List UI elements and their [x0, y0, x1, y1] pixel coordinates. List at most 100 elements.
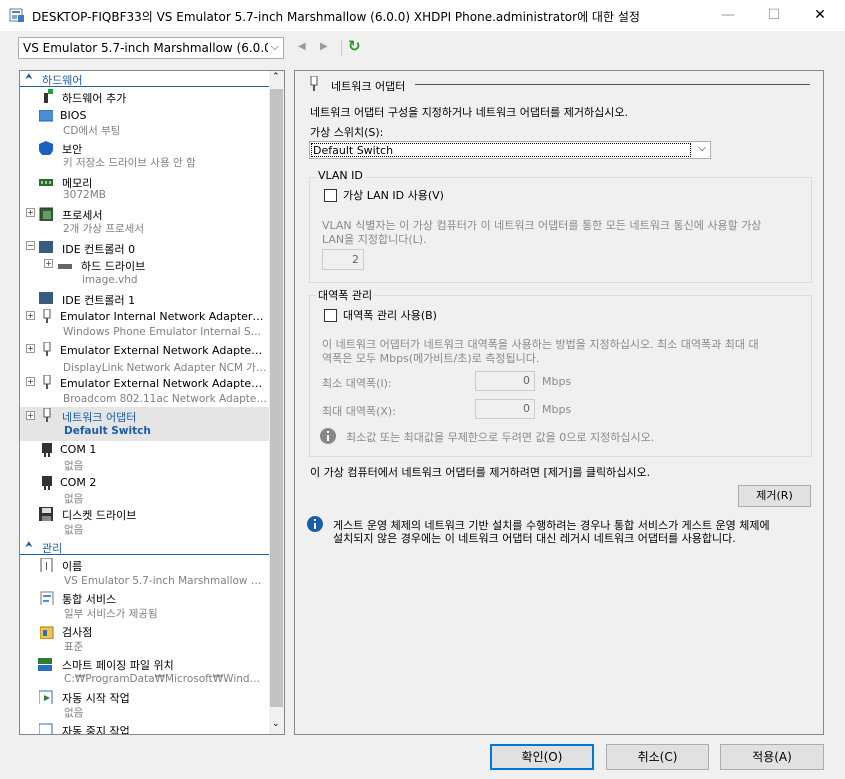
expand-icon[interactable]: +: [26, 377, 35, 386]
collapse-icon[interactable]: −: [26, 241, 35, 250]
vm-select-value: VS Emulator 5.7-inch Marshmallow (6.0.0)…: [23, 41, 268, 55]
bandwidth-checkbox-label: 대역폭 관리 사용(B): [343, 309, 437, 322]
item-label: 검사점: [62, 626, 93, 639]
virtual-switch-value: Default Switch: [313, 144, 394, 157]
memory-icon: [39, 179, 53, 186]
item-sublabel: 3072MB: [63, 189, 106, 201]
item-label: 자동 시작 작업: [62, 692, 130, 705]
item-sublabel: 없음: [64, 460, 84, 472]
sidebar-item-security[interactable]: 보안 키 저장소 드라이브 사용 안 함: [20, 140, 270, 170]
bandwidth-checkbox[interactable]: [324, 309, 337, 322]
auto-stop-icon: [39, 723, 53, 734]
toolbar-divider: [341, 40, 342, 56]
item-label: IDE 컨트롤러 0: [62, 243, 136, 256]
remove-description: 이 가상 컴퓨터에서 네트워크 어댑터를 제거하려면 [제거]를 클릭하십시오.: [310, 466, 651, 479]
sidebar-item-processor[interactable]: + 프로세서 2개 가상 프로세서: [20, 206, 270, 236]
expand-icon[interactable]: +: [26, 411, 35, 420]
vm-select-dropdown[interactable]: VS Emulator 5.7-inch Marshmallow (6.0.0)…: [18, 37, 284, 59]
expand-icon[interactable]: +: [26, 311, 35, 320]
bandwidth-description-2: 역폭은 모두 Mbps(메가비트/초)로 측정됩니다.: [322, 352, 540, 365]
title-bar: DESKTOP-FIQBF33의 VS Emulator 5.7-inch Ma…: [0, 0, 845, 31]
sidebar-item-hard-drive[interactable]: + 하드 드라이브 image.vhd: [20, 257, 270, 289]
sidebar-item-checkpoints[interactable]: 검사점 표준: [20, 623, 270, 655]
vlan-id-input[interactable]: 2: [322, 249, 364, 270]
sidebar-item-ide-controller-0[interactable]: − IDE 컨트롤러 0: [20, 239, 270, 257]
settings-detail-panel: 네트워크 어댑터 네트워크 어댑터 구성을 지정하거나 네트워크 어댑터를 제거…: [294, 70, 824, 735]
minimize-button[interactable]: —: [705, 0, 751, 31]
network-adapter-icon: [43, 408, 51, 422]
apply-button[interactable]: 적용(A): [720, 744, 824, 770]
network-adapter-icon: [43, 342, 51, 356]
min-bandwidth-input[interactable]: 0: [475, 371, 535, 391]
item-label: 이름: [62, 560, 83, 573]
item-sublabel: Broadcom 802.11ac Network Adapter ...: [63, 393, 268, 405]
item-sublabel: 2개 가상 프로세서: [63, 223, 144, 235]
item-label: 하드웨어 추가: [62, 92, 127, 105]
vlan-checkbox-label: 가상 LAN ID 사용(V): [343, 189, 444, 202]
sidebar-scroll-thumb[interactable]: [270, 89, 283, 707]
item-sublabel: DisplayLink Network Adapter NCM 가상...: [63, 362, 268, 374]
expand-icon[interactable]: +: [26, 208, 35, 217]
back-arrow-icon[interactable]: ◀: [298, 41, 306, 52]
sidebar-item-ide-controller-1[interactable]: IDE 컨트롤러 1: [20, 290, 270, 308]
network-adapter-icon: [43, 375, 51, 389]
sidebar-item-network-adapter[interactable]: + 네트워크 어댑터 Default Switch: [20, 407, 270, 441]
sidebar-item-auto-start[interactable]: 자동 시작 작업 없음: [20, 689, 270, 721]
sidebar-item-integration-services[interactable]: 통합 서비스 일부 서비스가 제공됨: [20, 590, 270, 622]
item-sublabel: 없음: [64, 707, 84, 719]
sidebar-item-com2[interactable]: COM 2 없음: [20, 475, 270, 505]
title-rule: [415, 84, 810, 85]
expand-icon[interactable]: +: [44, 259, 53, 268]
sidebar-item-external-network-adapter-2[interactable]: + Emulator External Network Adapter for …: [20, 375, 270, 407]
item-sublabel: VS Emulator 5.7-inch Marshmallow (6.0...: [64, 575, 264, 587]
sidebar-item-diskette-drive[interactable]: 디스켓 드라이브 없음: [20, 506, 270, 536]
item-label: 스마트 페이징 파일 위치: [62, 659, 174, 672]
vlan-checkbox[interactable]: [324, 189, 337, 202]
min-unit-label: Mbps: [542, 375, 572, 388]
item-label: Emulator External Network Adapter for ..…: [60, 344, 265, 357]
item-sublabel: Default Switch: [64, 425, 151, 437]
vlan-description-2: LAN을 지정합니다(L).: [322, 233, 427, 246]
virtual-switch-select[interactable]: Default Switch ⌵: [309, 141, 711, 159]
sidebar-item-bios[interactable]: BIOS CD에서 부팅: [20, 108, 270, 138]
sidebar-item-internal-network-adapter[interactable]: + Emulator Internal Network Adapter for …: [20, 309, 270, 341]
forward-arrow-icon[interactable]: ▶: [320, 41, 328, 52]
close-button[interactable]: ✕: [797, 0, 843, 31]
scroll-up-icon[interactable]: ⌃: [272, 72, 280, 82]
info-icon: [307, 516, 323, 532]
item-sublabel: image.vhd: [82, 274, 138, 286]
item-label: 하드 드라이브: [81, 260, 146, 273]
refresh-icon[interactable]: ↻: [348, 37, 361, 55]
checkpoint-icon: [40, 626, 54, 639]
cancel-button[interactable]: 취소(C): [606, 744, 709, 770]
ok-button[interactable]: 확인(O): [490, 744, 594, 770]
panel-description: 네트워크 어댑터 구성을 지정하거나 네트워크 어댑터를 제거하십시오.: [310, 106, 628, 119]
max-bandwidth-input[interactable]: 0: [475, 399, 535, 419]
item-label: Emulator Internal Network Adapter for ..…: [60, 310, 265, 323]
maximize-button[interactable]: ☐: [751, 0, 797, 31]
hardware-section-header[interactable]: ⮝ 하드웨어: [20, 71, 270, 87]
management-section-header[interactable]: ⮝ 관리: [20, 539, 270, 555]
item-label: 자동 중지 작업: [62, 725, 130, 735]
sidebar-item-memory[interactable]: 메모리 3072MB: [20, 174, 270, 204]
bandwidth-info-text: 최소값 또는 최대값을 무제한으로 두려면 값을 0으로 지정하십시오.: [346, 431, 655, 444]
floppy-disk-icon: [39, 507, 53, 521]
sidebar-item-smart-paging[interactable]: 스마트 페이징 파일 위치 C:₩ProgramData₩Microsoft₩W…: [20, 656, 270, 688]
expand-icon[interactable]: +: [26, 344, 35, 353]
shield-icon: [39, 141, 53, 155]
ide-controller-icon: [39, 241, 53, 253]
smart-paging-icon: [38, 658, 52, 671]
item-sublabel: CD에서 부팅: [63, 125, 121, 137]
scroll-down-icon[interactable]: ⌄: [272, 719, 280, 729]
sidebar-item-external-network-adapter-1[interactable]: + Emulator External Network Adapter for …: [20, 342, 270, 374]
chevron-down-icon: ⌵: [270, 40, 279, 53]
processor-icon: [39, 207, 53, 221]
sidebar-item-auto-stop[interactable]: 자동 중지 작업: [20, 722, 270, 735]
sidebar-item-name[interactable]: 이름 VS Emulator 5.7-inch Marshmallow (6.0…: [20, 557, 270, 589]
remove-button[interactable]: 제거(R): [738, 485, 811, 507]
sidebar-item-add-hardware[interactable]: 하드웨어 추가: [20, 89, 270, 107]
item-label: BIOS: [60, 109, 87, 122]
item-sublabel: 일부 서비스가 제공됨: [64, 608, 158, 620]
sidebar-item-com1[interactable]: COM 1 없음: [20, 442, 270, 472]
item-sublabel: 키 저장소 드라이브 사용 안 함: [63, 157, 196, 169]
